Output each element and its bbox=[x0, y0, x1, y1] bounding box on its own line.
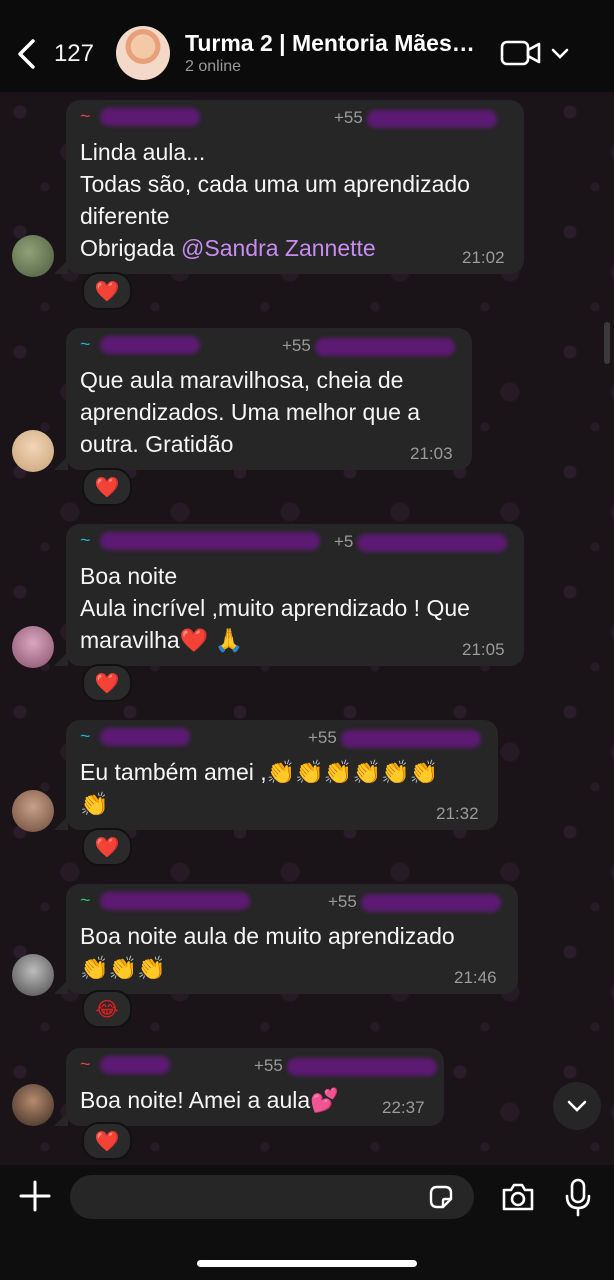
message-bubble[interactable]: ~ +55 Eu também amei ,👏👏👏👏👏👏 👏 21:32 bbox=[54, 720, 498, 830]
message-text: Boa noite Aula incrível ,muito aprendiza… bbox=[80, 563, 470, 653]
message-time: 21:32 bbox=[436, 804, 479, 823]
chat-title[interactable]: Turma 2 | Mentoria Mães… bbox=[185, 30, 475, 57]
chevron-down-icon bbox=[567, 1100, 587, 1112]
message-time: 21:02 bbox=[462, 248, 505, 267]
online-status: 2 online bbox=[185, 58, 242, 75]
sender-avatar[interactable] bbox=[12, 1084, 54, 1126]
message-time: 21:03 bbox=[410, 444, 453, 463]
sender-avatar[interactable] bbox=[12, 790, 54, 832]
sender-phone: +55 bbox=[328, 892, 501, 912]
camera-icon bbox=[502, 1183, 534, 1211]
unread-count: 127 bbox=[53, 40, 94, 67]
sender-name[interactable]: ~ bbox=[80, 726, 240, 752]
message-text: Eu também amei ,👏👏👏👏👏👏 👏 bbox=[80, 759, 439, 817]
sender-name[interactable]: ~ bbox=[80, 334, 240, 360]
home-indicator bbox=[197, 1260, 417, 1267]
message-text: Linda aula... Todas são, cada uma um apr… bbox=[80, 139, 470, 261]
sender-phone: +55 bbox=[254, 1056, 437, 1076]
message-time: 22:37 bbox=[382, 1098, 425, 1117]
chevron-left-icon bbox=[18, 39, 35, 69]
message-text: Que aula maravilhosa, cheia de aprendiza… bbox=[80, 367, 421, 457]
back-button[interactable]: 127 bbox=[14, 34, 94, 74]
sender-phone: +55 bbox=[334, 108, 497, 128]
message-time: 21:46 bbox=[454, 968, 497, 987]
message-text: Boa noite aula de muito aprendizado 👏👏👏 bbox=[80, 923, 455, 981]
reaction-badge[interactable]: ❤️ bbox=[82, 828, 132, 866]
mention-link[interactable]: @Sandra Zannette bbox=[181, 235, 376, 261]
message-bubble[interactable]: ~ +55 Linda aula... Todas são, cada uma … bbox=[54, 100, 524, 274]
message-time: 21:05 bbox=[462, 640, 505, 659]
sender-name[interactable]: ~ bbox=[80, 1054, 240, 1080]
reaction-badge[interactable]: 😂 bbox=[82, 990, 132, 1028]
chevron-down-icon bbox=[551, 48, 569, 59]
reaction-badge[interactable]: ❤️ bbox=[82, 664, 132, 702]
reaction-badge[interactable]: ❤️ bbox=[82, 272, 132, 310]
sender-phone: +55 bbox=[282, 336, 455, 356]
sticker-icon bbox=[429, 1185, 453, 1209]
chat-header: 127 Turma 2 | Mentoria Mães… 2 online bbox=[0, 0, 614, 92]
video-call-icon bbox=[500, 40, 541, 66]
scrollbar-thumb[interactable] bbox=[604, 322, 610, 364]
microphone-icon bbox=[565, 1178, 591, 1217]
sticker-button[interactable] bbox=[427, 1183, 455, 1211]
sender-avatar[interactable] bbox=[12, 430, 54, 472]
sender-name[interactable]: ~ bbox=[80, 106, 240, 132]
sender-phone: +55 bbox=[308, 728, 481, 748]
microphone-button[interactable] bbox=[563, 1177, 593, 1217]
sender-phone: +5 bbox=[334, 532, 508, 552]
scroll-to-bottom-button[interactable] bbox=[553, 1082, 601, 1130]
message-input[interactable] bbox=[86, 1175, 420, 1221]
reaction-badge[interactable]: ❤️ bbox=[82, 468, 132, 506]
message-bubble[interactable]: ~ +55 Que aula maravilhosa, cheia de apr… bbox=[54, 328, 472, 470]
message-bubble[interactable]: ~ +55 Boa noite aula de muito aprendizad… bbox=[54, 884, 518, 994]
camera-button[interactable] bbox=[500, 1179, 536, 1215]
reaction-badge[interactable]: ❤️ bbox=[82, 1122, 132, 1160]
sender-avatar[interactable] bbox=[12, 954, 54, 996]
message-bubble[interactable]: ~ +55 Boa noite! Amei a aula💕 22:37 bbox=[54, 1048, 444, 1126]
sender-name[interactable]: ~ bbox=[80, 890, 250, 916]
sender-avatar[interactable] bbox=[12, 235, 54, 277]
group-avatar[interactable] bbox=[116, 26, 170, 80]
message-bubble[interactable]: ~ +5 Boa noite Aula incrível ,muito apre… bbox=[54, 524, 524, 666]
sender-name[interactable]: ~ bbox=[80, 530, 320, 556]
sender-avatar[interactable] bbox=[12, 626, 54, 668]
plus-icon bbox=[19, 1180, 51, 1212]
attach-button[interactable] bbox=[18, 1179, 52, 1213]
message-input-field[interactable] bbox=[70, 1175, 474, 1221]
message-text: Boa noite! Amei a aula💕 bbox=[80, 1087, 339, 1113]
composer-bar bbox=[0, 1165, 614, 1280]
video-call-button[interactable] bbox=[500, 38, 570, 68]
message-list[interactable]: ~ +55 Linda aula... Todas são, cada uma … bbox=[0, 92, 614, 1165]
